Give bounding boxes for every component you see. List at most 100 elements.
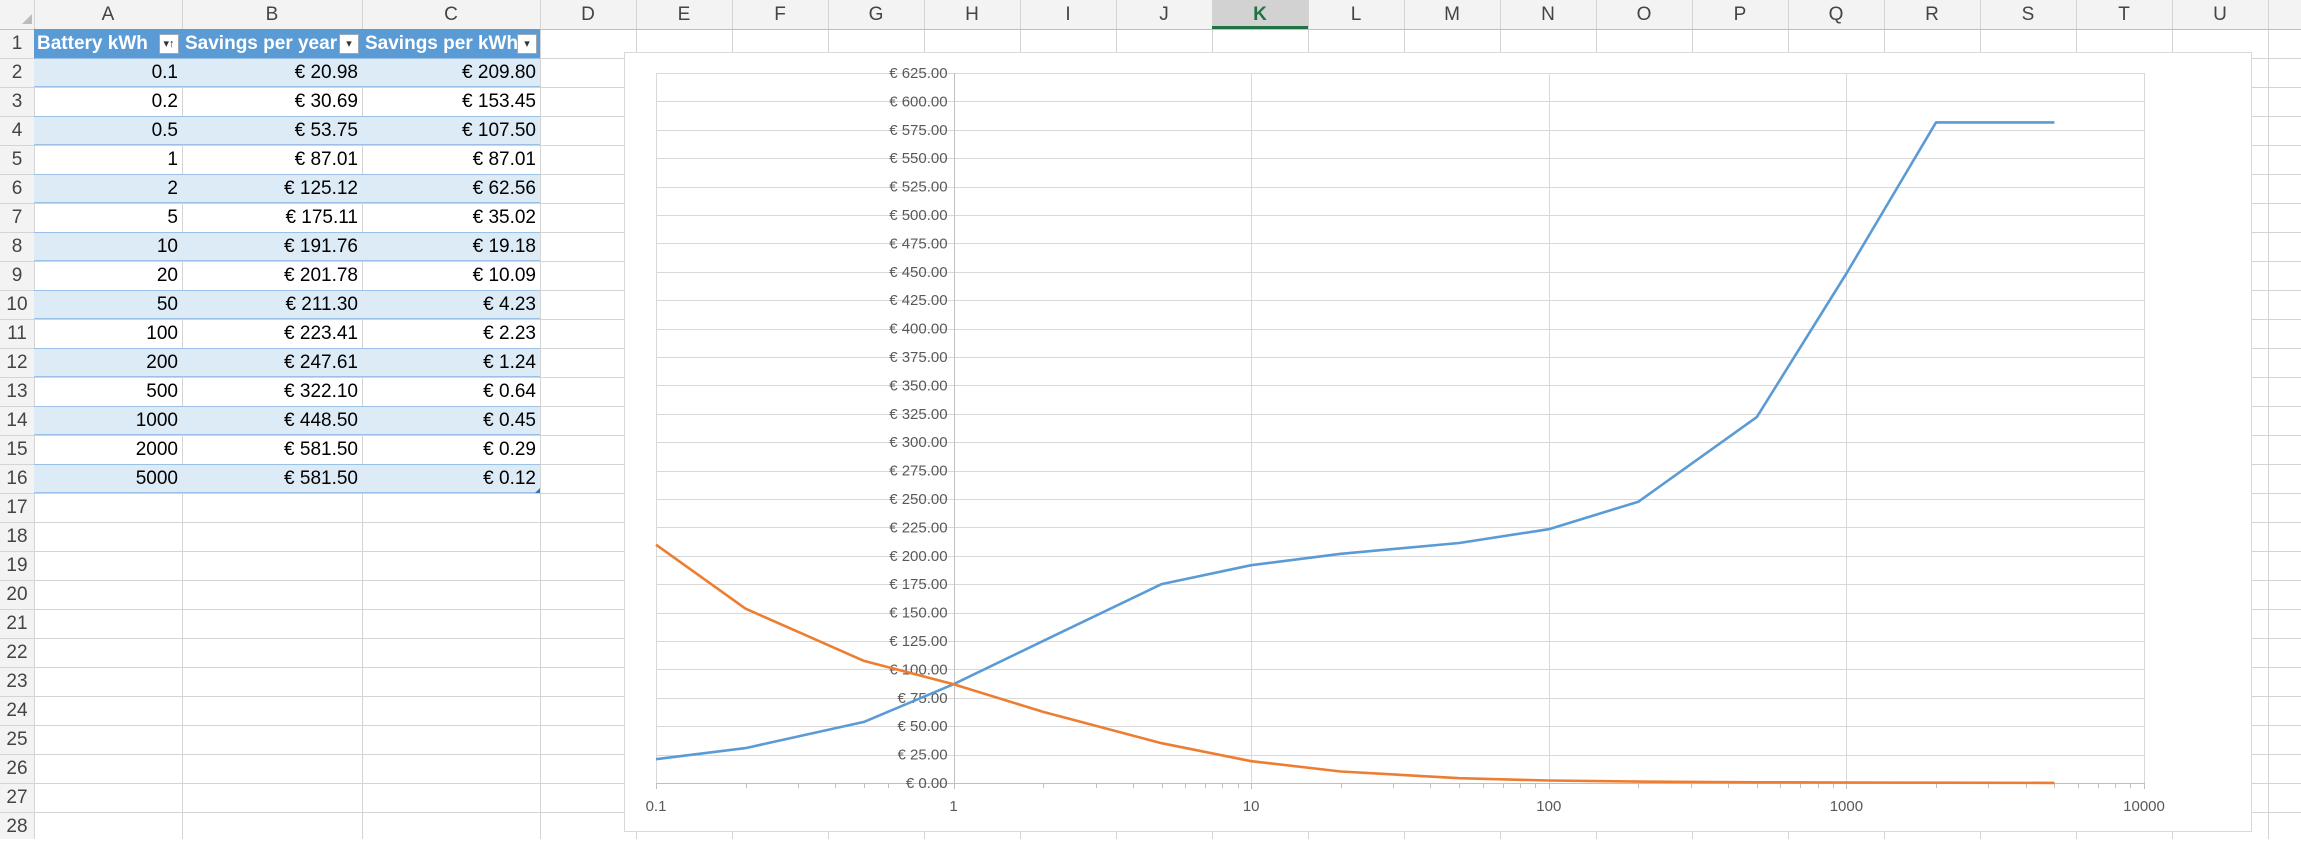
table-header-cell[interactable]: Savings per kWh — [362, 29, 518, 58]
table-cell[interactable]: € 20.98 — [182, 58, 362, 87]
row-header-6[interactable]: 6 — [0, 174, 34, 203]
table-cell[interactable]: 2000 — [34, 435, 182, 464]
table-cell[interactable]: € 87.01 — [182, 145, 362, 174]
table-cell[interactable]: € 191.76 — [182, 232, 362, 261]
row-header-15[interactable]: 15 — [0, 435, 34, 464]
column-header-j[interactable]: J — [1116, 0, 1212, 29]
table-cell[interactable]: 20 — [34, 261, 182, 290]
column-header-r[interactable]: R — [1884, 0, 1980, 29]
row-header-17[interactable]: 17 — [0, 493, 34, 522]
table-cell[interactable]: 10 — [34, 232, 182, 261]
row-header-11[interactable]: 11 — [0, 319, 34, 348]
table-header-cell[interactable]: Savings per year — [182, 29, 340, 58]
row-header-5[interactable]: 5 — [0, 145, 34, 174]
table-cell[interactable]: € 0.12 — [362, 464, 540, 493]
row-header-25[interactable]: 25 — [0, 725, 34, 754]
table-cell[interactable]: 200 — [34, 348, 182, 377]
column-header-g[interactable]: G — [828, 0, 924, 29]
table-cell[interactable]: € 53.75 — [182, 116, 362, 145]
row-header-8[interactable]: 8 — [0, 232, 34, 261]
table-cell[interactable]: € 247.61 — [182, 348, 362, 377]
table-cell[interactable]: € 211.30 — [182, 290, 362, 319]
table-cell[interactable]: € 209.80 — [362, 58, 540, 87]
row-header-28[interactable]: 28 — [0, 812, 34, 841]
table-cell[interactable]: 500 — [34, 377, 182, 406]
row-header-13[interactable]: 13 — [0, 377, 34, 406]
column-header-c[interactable]: C — [362, 0, 540, 29]
table-cell[interactable]: 50 — [34, 290, 182, 319]
row-header-18[interactable]: 18 — [0, 522, 34, 551]
table-cell[interactable]: 0.2 — [34, 87, 182, 116]
table-cell[interactable]: € 581.50 — [182, 435, 362, 464]
column-header-m[interactable]: M — [1404, 0, 1500, 29]
table-cell[interactable]: 100 — [34, 319, 182, 348]
row-header-27[interactable]: 27 — [0, 783, 34, 812]
table-cell[interactable]: € 322.10 — [182, 377, 362, 406]
table-header-cell[interactable]: Battery kWh — [34, 29, 160, 58]
row-header-9[interactable]: 9 — [0, 261, 34, 290]
table-cell[interactable]: € 581.50 — [182, 464, 362, 493]
column-header-o[interactable]: O — [1596, 0, 1692, 29]
row-header-2[interactable]: 2 — [0, 58, 34, 87]
row-header-4[interactable]: 4 — [0, 116, 34, 145]
table-cell[interactable]: € 125.12 — [182, 174, 362, 203]
row-header-14[interactable]: 14 — [0, 406, 34, 435]
table-cell[interactable]: 5 — [34, 203, 182, 232]
table-cell[interactable]: € 1.24 — [362, 348, 540, 377]
row-header-19[interactable]: 19 — [0, 551, 34, 580]
table-cell[interactable]: € 201.78 — [182, 261, 362, 290]
column-header-l[interactable]: L — [1308, 0, 1404, 29]
row-header-1[interactable]: 1 — [0, 29, 34, 58]
row-header-26[interactable]: 26 — [0, 754, 34, 783]
column-header-d[interactable]: D — [540, 0, 636, 29]
column-header-a[interactable]: A — [34, 0, 182, 29]
table-cell[interactable]: € 107.50 — [362, 116, 540, 145]
table-cell[interactable]: € 2.23 — [362, 319, 540, 348]
sort-filter-icon[interactable]: ▾↑ — [159, 34, 179, 54]
table-cell[interactable]: € 223.41 — [182, 319, 362, 348]
table-cell[interactable]: € 4.23 — [362, 290, 540, 319]
column-header-e[interactable]: E — [636, 0, 732, 29]
table-cell[interactable]: € 19.18 — [362, 232, 540, 261]
table-cell[interactable]: € 35.02 — [362, 203, 540, 232]
series-line-1[interactable] — [655, 121, 2055, 761]
column-header-k[interactable]: K — [1212, 0, 1308, 29]
column-header-f[interactable]: F — [732, 0, 828, 29]
table-cell[interactable]: € 153.45 — [362, 87, 540, 116]
table-cell[interactable]: 2 — [34, 174, 182, 203]
table-cell[interactable]: 1 — [34, 145, 182, 174]
filter-dropdown-icon[interactable]: ▾ — [517, 34, 537, 54]
table-cell[interactable]: € 0.29 — [362, 435, 540, 464]
table-cell[interactable]: € 0.64 — [362, 377, 540, 406]
table-cell[interactable]: € 87.01 — [362, 145, 540, 174]
table-cell[interactable]: 0.1 — [34, 58, 182, 87]
table-cell[interactable]: 5000 — [34, 464, 182, 493]
row-header-10[interactable]: 10 — [0, 290, 34, 319]
row-header-21[interactable]: 21 — [0, 609, 34, 638]
series-line-2[interactable] — [655, 543, 2055, 785]
table-cell[interactable]: € 30.69 — [182, 87, 362, 116]
row-header-20[interactable]: 20 — [0, 580, 34, 609]
table-cell[interactable]: € 175.11 — [182, 203, 362, 232]
column-header-t[interactable]: T — [2076, 0, 2172, 29]
column-header-u[interactable]: U — [2172, 0, 2268, 29]
row-header-12[interactable]: 12 — [0, 348, 34, 377]
column-header-n[interactable]: N — [1500, 0, 1596, 29]
column-header-q[interactable]: Q — [1788, 0, 1884, 29]
row-header-23[interactable]: 23 — [0, 667, 34, 696]
table-cell[interactable]: € 10.09 — [362, 261, 540, 290]
row-header-16[interactable]: 16 — [0, 464, 34, 493]
column-header-s[interactable]: S — [1980, 0, 2076, 29]
table-resize-handle[interactable] — [535, 488, 540, 493]
table-cell[interactable]: € 62.56 — [362, 174, 540, 203]
row-header-24[interactable]: 24 — [0, 696, 34, 725]
column-header-i[interactable]: I — [1020, 0, 1116, 29]
row-header-3[interactable]: 3 — [0, 87, 34, 116]
table-cell[interactable]: 0.5 — [34, 116, 182, 145]
table-cell[interactable]: € 448.50 — [182, 406, 362, 435]
column-header-p[interactable]: P — [1692, 0, 1788, 29]
table-cell[interactable]: 1000 — [34, 406, 182, 435]
filter-dropdown-icon[interactable]: ▾ — [339, 34, 359, 54]
column-header-b[interactable]: B — [182, 0, 362, 29]
table-cell[interactable]: € 0.45 — [362, 406, 540, 435]
